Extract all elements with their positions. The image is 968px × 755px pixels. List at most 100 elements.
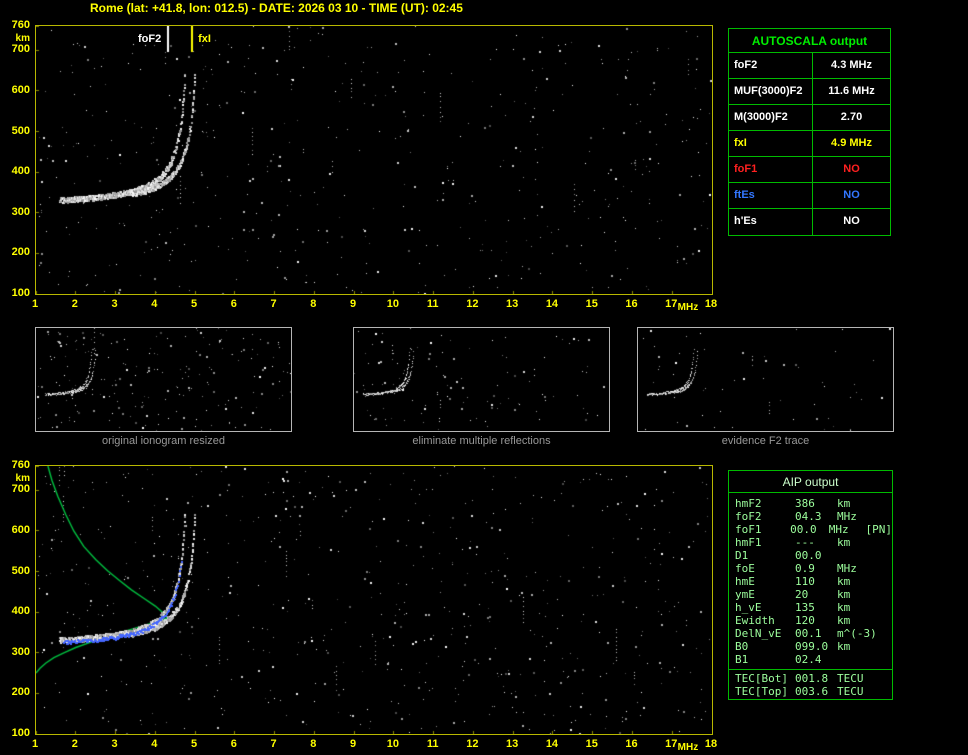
thumbnail-original-ionogram	[35, 327, 292, 432]
y-tick-label: 300	[2, 646, 30, 658]
fxi-marker-label: fxI	[198, 33, 211, 45]
autoscala-row-ftes: ftEs NO	[729, 183, 890, 209]
thumbnail-eliminate-reflections	[353, 327, 610, 432]
x-tick-label: 2	[64, 738, 86, 750]
aip-row-label: hmF2	[735, 497, 795, 510]
autoscala-row-fof2: foF2 4.3 MHz	[729, 53, 890, 79]
main-ionogram-panel: foF2 fxI	[35, 25, 713, 295]
y-tick-label: 760	[2, 19, 30, 31]
aip-row-value: 001.8	[795, 672, 837, 685]
autoscala-row-fof1: foF1 NO	[729, 157, 890, 183]
x-tick-label: 15	[581, 298, 603, 310]
x-tick-label: 11	[422, 738, 444, 750]
aip-row-unit: km	[837, 601, 877, 614]
profile-ionogram-canvas	[36, 466, 712, 734]
autoscala-row-muf3000f2: MUF(3000)F2 11.6 MHz	[729, 79, 890, 105]
aip-rows: hmF2386kmfoF204.3MHzfoF100.0MHz[PN]hmF1-…	[729, 493, 892, 698]
x-tick-label: 5	[183, 298, 205, 310]
x-tick-label: 18	[700, 738, 722, 750]
autoscala-value: NO	[813, 209, 890, 235]
autoscala-value: 2.70	[813, 105, 890, 130]
y-tick-label: 700	[2, 483, 30, 495]
autoscala-title: AUTOSCALA output	[729, 29, 890, 53]
thumbnail-caption: evidence F2 trace	[637, 435, 894, 447]
x-tick-label: 18	[700, 298, 722, 310]
aip-row-extra	[877, 510, 892, 523]
aip-row: hmF2386km	[735, 497, 892, 510]
autoscala-row-hes: h'Es NO	[729, 209, 890, 235]
y-tick-label: 700	[2, 43, 30, 55]
x-tick-label: 8	[302, 298, 324, 310]
x-tick-label: 4	[143, 738, 165, 750]
aip-row-label: foF2	[735, 510, 795, 523]
x-axis-unit: MHz	[674, 742, 702, 754]
x-tick-label: 1	[24, 738, 46, 750]
aip-row-label: ymE	[735, 588, 795, 601]
aip-row-extra	[877, 672, 892, 685]
y-tick-label: 500	[2, 565, 30, 577]
aip-panel: AIP output hmF2386kmfoF204.3MHzfoF100.0M…	[728, 470, 893, 700]
autoscala-row-m3000f2: M(3000)F2 2.70	[729, 105, 890, 131]
x-tick-label: 12	[461, 738, 483, 750]
aip-row-label: foF1	[735, 523, 790, 536]
aip-row-value: 0.9	[795, 562, 837, 575]
page-title: Rome (lat: +41.8, lon: 012.5) - DATE: 20…	[90, 1, 463, 15]
thumbnail-caption: original ionogram resized	[35, 435, 292, 447]
aip-row-unit: km	[837, 497, 877, 510]
x-tick-label: 16	[620, 298, 642, 310]
aip-row-unit: km	[837, 575, 877, 588]
x-tick-label: 6	[223, 738, 245, 750]
aip-title: AIP output	[729, 471, 892, 493]
x-tick-label: 16	[620, 738, 642, 750]
x-tick-label: 3	[104, 298, 126, 310]
aip-row-extra	[877, 588, 892, 601]
aip-row-extra	[877, 549, 892, 562]
aip-row-value: 00.0	[790, 523, 829, 536]
autoscala-label: foF2	[729, 53, 813, 78]
aip-row: h_vE135km	[735, 601, 892, 614]
aip-row-value: 099.0	[795, 640, 837, 653]
aip-row-label: D1	[735, 549, 795, 562]
aip-row-unit: m^(-3)	[837, 627, 877, 640]
aip-row: hmE110km	[735, 575, 892, 588]
aip-row: ymE20km	[735, 588, 892, 601]
autoscala-screen: Rome (lat: +41.8, lon: 012.5) - DATE: 20…	[0, 0, 968, 755]
x-axis-unit: MHz	[674, 302, 702, 314]
aip-row-unit: MHz	[837, 510, 877, 523]
main-ionogram-canvas	[36, 26, 712, 294]
aip-separator	[729, 669, 892, 670]
aip-row: Ewidth120km	[735, 614, 892, 627]
aip-row-value: 00.0	[795, 549, 837, 562]
x-tick-label: 9	[342, 298, 364, 310]
aip-row: D100.0	[735, 549, 892, 562]
aip-row-extra	[877, 685, 892, 698]
thumbnail-original-canvas	[36, 328, 291, 431]
aip-row: DelN_vE00.1m^(-3)	[735, 627, 892, 640]
aip-row: TEC[Top]003.6TECU	[735, 685, 892, 698]
y-axis-unit: km	[2, 473, 30, 485]
aip-row-value: 386	[795, 497, 837, 510]
autoscala-value: NO	[813, 157, 890, 182]
aip-row-value: 02.4	[795, 653, 837, 666]
aip-row-value: 04.3	[795, 510, 837, 523]
x-tick-label: 5	[183, 738, 205, 750]
x-tick-label: 9	[342, 738, 364, 750]
aip-row-extra	[877, 640, 892, 653]
aip-row-label: B0	[735, 640, 795, 653]
autoscala-label: M(3000)F2	[729, 105, 813, 130]
aip-row-value: 20	[795, 588, 837, 601]
x-tick-label: 14	[541, 298, 563, 310]
aip-row-unit: km	[837, 588, 877, 601]
thumbnail-evidence-canvas	[638, 328, 893, 431]
y-tick-label: 600	[2, 524, 30, 536]
aip-row-unit: MHz	[829, 523, 866, 536]
autoscala-value: NO	[813, 183, 890, 208]
aip-row: foF100.0MHz[PN]	[735, 523, 892, 536]
aip-row-extra	[877, 653, 892, 666]
y-tick-label: 200	[2, 246, 30, 258]
aip-row-label: h_vE	[735, 601, 795, 614]
aip-row-label: foE	[735, 562, 795, 575]
aip-row-unit	[837, 653, 877, 666]
x-tick-label: 13	[501, 738, 523, 750]
aip-row-extra	[877, 627, 892, 640]
